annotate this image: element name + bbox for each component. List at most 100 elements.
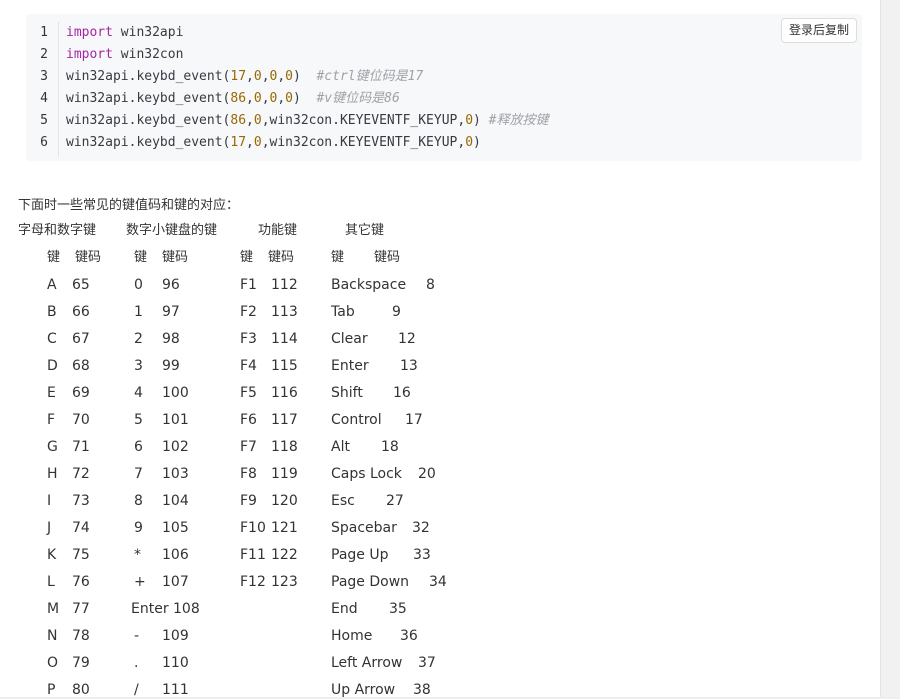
code-number: 0: [253, 91, 262, 106]
letter-key-cell: E: [47, 385, 56, 401]
other-key-cell: Alt: [331, 439, 350, 455]
numpad-code-cell: 108: [173, 601, 200, 617]
code-text: win32api.keybd_event(17,0,0,0) #ctrl键位码是…: [66, 66, 423, 88]
other-code-cell: 34: [429, 574, 447, 590]
numpad-code-cell: 99: [162, 358, 180, 374]
code-token: win32api.keybd_event(: [66, 69, 231, 84]
numpad-key-cell: .: [134, 655, 139, 671]
function-code-cell: 114: [271, 331, 298, 347]
code-comment: #ctrl键位码是17: [316, 69, 424, 84]
code-token: ): [293, 69, 317, 84]
code-line: 3 win32api.keybd_event(17,0,0,0) #ctrl键位码…: [26, 66, 856, 88]
other-code-cell: 38: [413, 682, 431, 698]
numpad-key-cell: 3: [134, 358, 143, 374]
numpad-key-cell: -: [134, 628, 140, 644]
other-code-cell: 13: [400, 358, 418, 374]
other-key-cell: Clear: [331, 331, 368, 347]
other-code-cell: 18: [381, 439, 399, 455]
letter-key-cell: D: [47, 358, 58, 374]
other-key-cell: Backspace: [331, 277, 407, 293]
code-token: ,: [246, 135, 254, 150]
function-key-cell: F3: [240, 331, 257, 347]
other-key-cell: Tab: [331, 304, 355, 320]
code-token: ,: [261, 69, 270, 84]
col-header-key: 键: [240, 250, 254, 265]
numpad-code-cell: 96: [162, 277, 180, 293]
code-number: 0: [465, 135, 474, 150]
letter-key-cell: J: [47, 520, 52, 536]
letter-key-cell: F: [47, 412, 56, 428]
letter-code-cell: 70: [72, 412, 90, 428]
code-text: win32api.keybd_event(86,0,win32con.KEYEV…: [66, 110, 549, 132]
letter-key-cell: N: [47, 628, 58, 644]
function-code-cell: 113: [271, 304, 298, 320]
numpad-key-cell: 6: [134, 439, 143, 455]
letter-key-cell: O: [47, 655, 59, 671]
code-number: 86: [230, 91, 247, 106]
numpad-code-cell: 110: [162, 655, 189, 671]
function-key-cell: F11: [240, 547, 266, 563]
numpad-key-cell: /: [134, 682, 139, 698]
numpad-code-cell: 97: [162, 304, 180, 320]
right-gutter: [880, 0, 900, 699]
numpad-key-cell: 2: [134, 331, 143, 347]
code-token: win32api.keybd_event(: [66, 113, 231, 128]
function-code-cell: 121: [271, 520, 298, 536]
code-block: 1 import win32api 2 import win32con 3 win32ap…: [26, 14, 862, 161]
function-key-cell: F1: [240, 277, 257, 293]
numpad-key-cell: *: [134, 547, 141, 563]
col-header-key: 键: [331, 250, 345, 265]
line-number: 1: [40, 25, 48, 40]
numpad-code-cell: 102: [162, 439, 189, 455]
numpad-key-cell: 8: [134, 493, 143, 509]
code-token: ,: [246, 91, 254, 106]
letter-code-cell: 66: [72, 304, 90, 320]
col-header-code: 键码: [162, 250, 189, 265]
code-text: win32api.keybd_event(86,0,0,0) #v键位码是86: [66, 88, 400, 110]
code-number: 0: [285, 91, 293, 106]
function-key-cell: F4: [240, 358, 257, 374]
function-code-cell: 118: [271, 439, 298, 455]
code-number: 0: [253, 113, 262, 128]
other-key-cell: Home: [331, 628, 373, 644]
function-code-cell: 119: [271, 466, 298, 482]
code-token: ): [473, 113, 489, 128]
code-number: 0: [253, 69, 262, 84]
letter-code-cell: 79: [72, 655, 90, 671]
code-text: win32api.keybd_event(17,0,win32con.KEYEV…: [66, 132, 481, 154]
code-number: 17: [230, 69, 247, 84]
letter-code-cell: 69: [72, 385, 90, 401]
code-line: 6 win32api.keybd_event(17,0,win32con.KEYE…: [26, 132, 856, 154]
copy-button[interactable]: 登录后复制: [781, 18, 857, 43]
line-number: 6: [40, 135, 48, 150]
line-number: 5: [40, 113, 48, 128]
code-text: import win32api: [66, 22, 183, 44]
function-key-cell: F7: [240, 439, 257, 455]
code-line: 4 win32api.keybd_event(86,0,0,0) #v键位码是86: [26, 88, 856, 110]
numpad-key-cell: 5: [134, 412, 143, 428]
letter-code-cell: 74: [72, 520, 90, 536]
code-token: ,: [246, 113, 254, 128]
other-code-cell: 20: [418, 466, 436, 482]
letter-code-cell: 65: [72, 277, 90, 293]
function-key-cell: F9: [240, 493, 257, 509]
code-token: ,win32con.KEYEVENTF_KEYUP,: [261, 113, 466, 128]
code-token: win32api: [112, 25, 184, 40]
function-code-cell: 123: [271, 574, 298, 590]
code-text: import win32con: [66, 44, 183, 66]
code-token: win32api.keybd_event(: [66, 135, 231, 150]
other-code-cell: 9: [392, 304, 401, 320]
function-key-cell: F6: [240, 412, 257, 428]
other-key-cell: Spacebar: [331, 520, 397, 536]
numpad-code-cell: 111: [162, 682, 189, 698]
letter-code-cell: 76: [72, 574, 90, 590]
letter-code-cell: 80: [72, 682, 90, 698]
code-token: ,: [277, 91, 286, 106]
other-code-cell: 8: [426, 277, 435, 293]
intro-text: 下面时一些常见的键值码和键的对应：: [18, 198, 240, 213]
line-number: 2: [40, 47, 48, 62]
line-number: 3: [40, 69, 48, 84]
line-number: 4: [40, 91, 48, 106]
letter-key-cell: L: [47, 574, 55, 590]
letter-code-cell: 72: [72, 466, 90, 482]
